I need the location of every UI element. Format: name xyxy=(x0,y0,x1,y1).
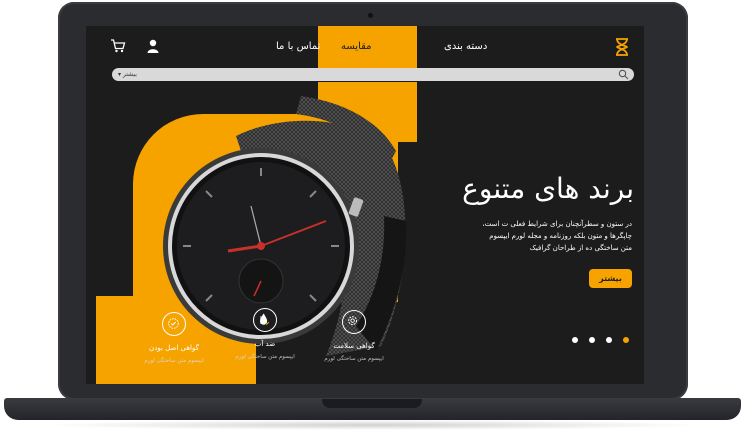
gear-icon xyxy=(342,310,366,334)
nav-discounts[interactable]: تخفیفات xyxy=(368,41,403,52)
website-screen: دسته بندی تخفیفات مقایسه تماس با ما ▾ بی… xyxy=(86,26,644,384)
water-drop-icon xyxy=(253,308,277,332)
top-navbar: دسته بندی تخفیفات مقایسه تماس با ما xyxy=(86,26,644,70)
badge-check-icon xyxy=(162,312,186,336)
search-dropdown-label: بیشتر xyxy=(122,71,137,78)
feature-desc: ایپسوم متن ساختگی لورم xyxy=(324,356,384,362)
cart-icon[interactable] xyxy=(110,39,126,53)
carousel-dot[interactable] xyxy=(606,337,612,343)
feature-title: گواهی اصل بودن xyxy=(149,344,199,352)
hero-description: در ستون و سطرآنچنان برای شرایط فعلی ت اس… xyxy=(482,220,632,252)
hourglass-icon[interactable] xyxy=(614,38,630,56)
feature-desc: ایپسوم متن ساختگی لورم xyxy=(235,354,295,360)
nav-contact[interactable]: تماس با ما xyxy=(276,41,320,52)
search-dropdown[interactable]: ▾ بیشتر xyxy=(118,69,137,80)
feature-title: ضد آب xyxy=(254,340,276,348)
carousel-dot-active[interactable] xyxy=(623,337,629,343)
carousel-dot[interactable] xyxy=(589,337,595,343)
nav-categories[interactable]: دسته بندی xyxy=(444,41,487,52)
feature-desc: ایپسوم متن ساختگی لورم xyxy=(144,358,204,364)
search-icon[interactable] xyxy=(618,69,629,80)
more-button[interactable]: بیشتر xyxy=(589,269,632,288)
hero-title: برند های متنوع xyxy=(462,172,634,205)
carousel-dot[interactable] xyxy=(572,337,578,343)
laptop-camera xyxy=(368,13,373,18)
nav-compare[interactable]: مقایسه xyxy=(341,41,372,52)
laptop-notch xyxy=(322,399,422,408)
search-input[interactable]: ▾ بیشتر xyxy=(112,68,634,81)
laptop-shadow xyxy=(40,420,705,430)
user-icon[interactable] xyxy=(147,39,159,53)
feature-title: گواهی سلامت xyxy=(333,342,375,350)
